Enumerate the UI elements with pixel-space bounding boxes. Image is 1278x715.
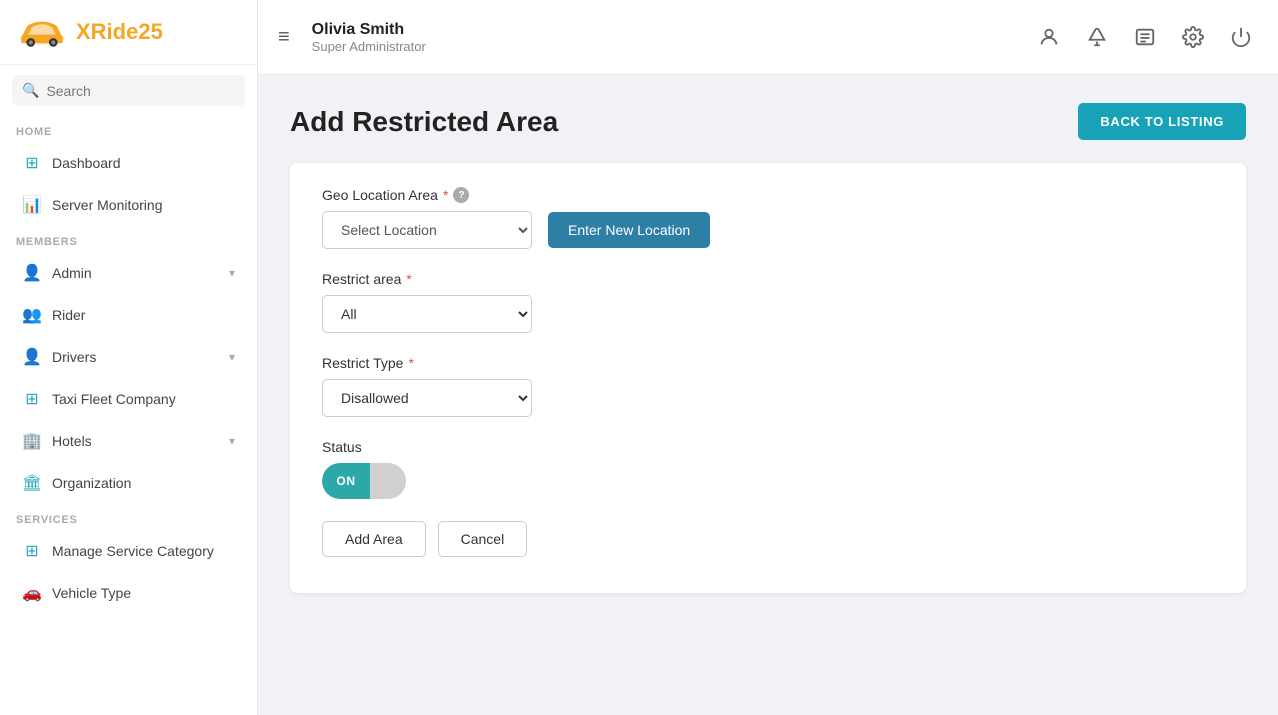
sidebar: XRide25 🔍 HOME ⊞ Dashboard 📊 Server Moni… — [0, 0, 258, 715]
taxi-icon: ⊞ — [22, 389, 42, 409]
topbar-icons — [1032, 20, 1258, 54]
sidebar-item-label: Hotels — [52, 433, 219, 449]
form-actions: Add Area Cancel — [322, 521, 1214, 557]
user-icon-button[interactable] — [1032, 20, 1066, 54]
cancel-button[interactable]: Cancel — [438, 521, 528, 557]
geo-row: Select Location Enter New Location — [322, 211, 1214, 249]
building-icon: 🏢 — [22, 431, 42, 451]
page-title: Add Restricted Area — [290, 106, 558, 138]
form-card: Geo Location Area * ? Select Location En… — [290, 162, 1246, 593]
user-role: Super Administrator — [312, 39, 1020, 54]
hamburger-icon[interactable]: ≡ — [278, 26, 290, 49]
chevron-down-icon: ▾ — [229, 350, 235, 364]
status-label: Status — [322, 439, 1214, 455]
bar-chart-icon: 📊 — [22, 195, 42, 215]
sidebar-item-server-monitoring[interactable]: 📊 Server Monitoring — [6, 185, 251, 225]
section-members: MEMBERS — [0, 226, 257, 252]
chevron-down-icon: ▾ — [229, 266, 235, 280]
org-icon: 🏛 — [22, 473, 42, 493]
category-icon: ⊞ — [22, 541, 42, 561]
people-icon: 👥 — [22, 305, 42, 325]
section-services: SERVICES — [0, 504, 257, 530]
back-to-listing-button[interactable]: BACK TO LISTING — [1078, 103, 1246, 140]
restrict-area-group: Restrict area * All Pickup Drop — [322, 271, 1214, 333]
sidebar-item-label: Manage Service Category — [52, 543, 235, 559]
logo-text-orange: 25 — [138, 19, 162, 44]
alert-icon-button[interactable] — [1080, 20, 1114, 54]
logo-icon — [16, 14, 68, 50]
enter-location-button[interactable]: Enter New Location — [548, 212, 710, 248]
logo-text-black: XRide — [76, 19, 138, 44]
sidebar-item-label: Server Monitoring — [52, 197, 235, 213]
sidebar-item-taxi-fleet[interactable]: ⊞ Taxi Fleet Company — [6, 379, 251, 419]
settings-icon-button[interactable] — [1176, 20, 1210, 54]
content-area: Add Restricted Area BACK TO LISTING Geo … — [258, 75, 1278, 715]
dashboard-icon: ⊞ — [22, 153, 42, 173]
power-icon-button[interactable] — [1224, 20, 1258, 54]
search-container[interactable]: 🔍 — [12, 75, 245, 106]
select-location-dropdown[interactable]: Select Location — [322, 211, 532, 249]
restrict-type-group: Restrict Type * Disallowed Allowed — [322, 355, 1214, 417]
user-info: Olivia Smith Super Administrator — [312, 21, 1020, 54]
status-toggle[interactable]: ON — [322, 463, 406, 499]
sidebar-item-rider[interactable]: 👥 Rider — [6, 295, 251, 335]
sidebar-item-label: Drivers — [52, 349, 219, 365]
sidebar-item-label: Organization — [52, 475, 235, 491]
sidebar-item-admin[interactable]: 👤 Admin ▾ — [6, 253, 251, 293]
sidebar-item-label: Dashboard — [52, 155, 235, 171]
sidebar-item-label: Vehicle Type — [52, 585, 235, 601]
status-group: Status ON — [322, 439, 1214, 499]
help-icon[interactable]: ? — [453, 187, 469, 203]
sidebar-item-label: Taxi Fleet Company — [52, 391, 235, 407]
list-icon-button[interactable] — [1128, 20, 1162, 54]
sidebar-item-label: Admin — [52, 265, 219, 281]
sidebar-item-dashboard[interactable]: ⊞ Dashboard — [6, 143, 251, 183]
topbar: ≡ Olivia Smith Super Administrator — [258, 0, 1278, 75]
geo-label: Geo Location Area * ? — [322, 187, 1214, 203]
required-star: * — [406, 271, 411, 287]
logo-text: XRide25 — [76, 19, 163, 45]
geo-location-group: Geo Location Area * ? Select Location En… — [322, 187, 1214, 249]
username: Olivia Smith — [312, 21, 1020, 39]
sidebar-item-manage-service[interactable]: ⊞ Manage Service Category — [6, 531, 251, 571]
add-area-button[interactable]: Add Area — [322, 521, 426, 557]
toggle-container: ON — [322, 463, 1214, 499]
sidebar-item-organization[interactable]: 🏛 Organization — [6, 463, 251, 503]
sidebar-item-hotels[interactable]: 🏢 Hotels ▾ — [6, 421, 251, 461]
main-area: ≡ Olivia Smith Super Administrator — [258, 0, 1278, 715]
restrict-type-select[interactable]: Disallowed Allowed — [322, 379, 532, 417]
person-icon: 👤 — [22, 263, 42, 283]
sidebar-item-vehicle-type[interactable]: 🚗 Vehicle Type — [6, 573, 251, 613]
required-star: * — [443, 187, 448, 203]
search-icon: 🔍 — [22, 82, 39, 99]
section-home: HOME — [0, 116, 257, 142]
restrict-type-label: Restrict Type * — [322, 355, 1214, 371]
page-header: Add Restricted Area BACK TO LISTING — [290, 103, 1246, 140]
sidebar-item-drivers[interactable]: 👤 Drivers ▾ — [6, 337, 251, 377]
restrict-area-label: Restrict area * — [322, 271, 1214, 287]
restrict-area-select[interactable]: All Pickup Drop — [322, 295, 532, 333]
toggle-off-part — [370, 463, 406, 499]
vehicle-icon: 🚗 — [22, 583, 42, 603]
sidebar-item-label: Rider — [52, 307, 235, 323]
driver-icon: 👤 — [22, 347, 42, 367]
search-input[interactable] — [46, 83, 235, 99]
logo: XRide25 — [0, 0, 257, 65]
required-star: * — [408, 355, 413, 371]
toggle-on-label: ON — [322, 463, 370, 499]
chevron-down-icon: ▾ — [229, 434, 235, 448]
